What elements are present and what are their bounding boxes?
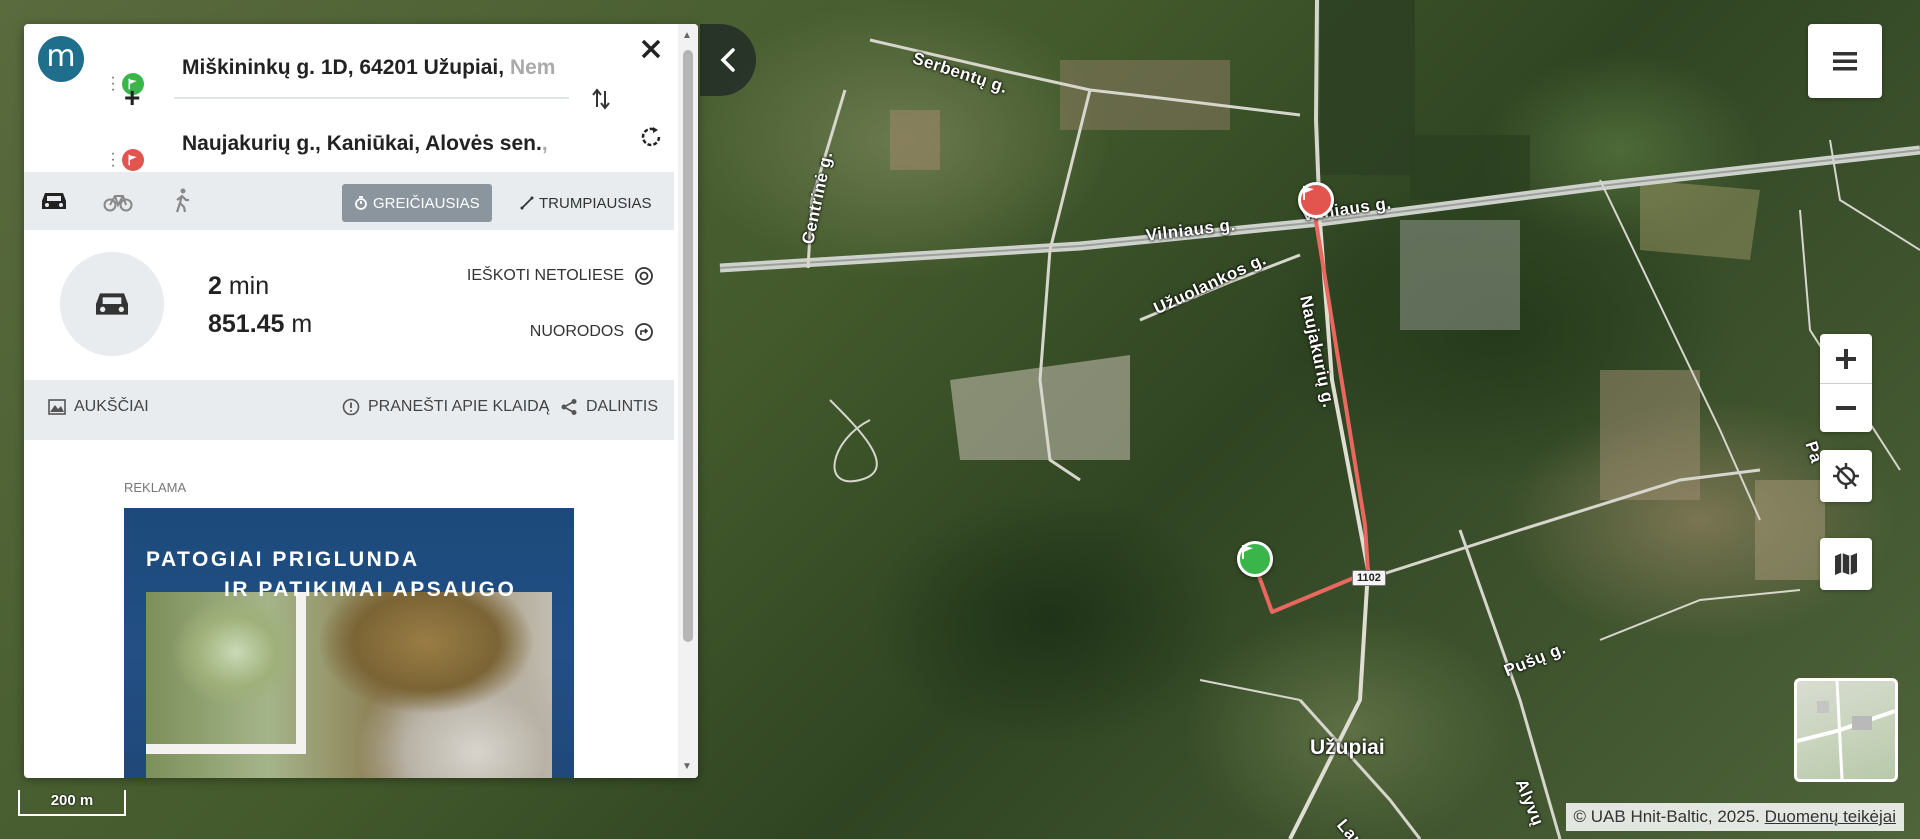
search-nearby-button[interactable]: IEŠKOTI NETOLIESE (467, 266, 654, 286)
car-icon (42, 193, 66, 209)
ad-photo-frame (296, 592, 306, 752)
elevation-icon (48, 399, 66, 415)
scroll-down-icon[interactable]: ▼ (682, 761, 692, 772)
route-panel: m · · · Miškininkų g. 1D, 64201 Užupiai, N… (24, 24, 698, 778)
directions-button[interactable]: NUORODOS (530, 322, 654, 342)
ad-headline-1: PATOGIAI PRIGLUNDA (146, 548, 420, 571)
hamburger-icon (1833, 52, 1857, 71)
gps-off-icon (1833, 463, 1859, 489)
drag-handle-icon[interactable]: · · · (108, 70, 118, 98)
round-trip-button[interactable] (636, 122, 666, 152)
ad-label: REKLAMA (124, 480, 187, 495)
alert-circle-icon (342, 398, 360, 416)
route-inputs: m · · · Miškininkų g. 1D, 64201 Užupiai, N… (24, 24, 678, 174)
drag-handle-icon[interactable]: · · · (108, 146, 118, 174)
summary-car-badge (60, 252, 164, 356)
inputs-divider (174, 97, 569, 99)
app-logo[interactable]: m (38, 36, 84, 82)
at-circle-icon (635, 267, 653, 285)
flag-icon (1242, 545, 1253, 559)
mode-car-button[interactable] (36, 184, 72, 218)
route-fastest-button[interactable]: GREIČIAUSIAS (342, 184, 492, 222)
route-summary: 2 min 851.45 m IEŠKOTI NETOLIESE NUORODO… (24, 230, 678, 380)
bicycle-icon (103, 195, 133, 212)
plus-icon (1836, 348, 1856, 369)
close-route-button[interactable] (636, 34, 666, 64)
share-icon (561, 399, 577, 415)
flag-icon (1303, 186, 1314, 200)
ad-photo-frame (146, 744, 306, 754)
ad-headline-2: IR PATIKIMAI APSAUGO (224, 578, 517, 601)
attribution-text: © UAB Hnit-Baltic, 2025. (1573, 807, 1760, 826)
chevron-left-icon (720, 48, 735, 72)
route-shortest-button[interactable]: TRUMPIAUSIAS (508, 184, 664, 222)
walk-icon (175, 188, 189, 213)
end-marker[interactable] (1298, 182, 1334, 218)
start-marker[interactable] (1237, 541, 1273, 577)
road-shield: 1102 (1352, 570, 1386, 586)
data-providers-link[interactable]: Duomenų teikėjai (1765, 807, 1896, 826)
travel-time: 2 min (208, 272, 270, 300)
end-pin-icon (122, 149, 144, 171)
directions-icon (635, 323, 653, 341)
zoom-in-button[interactable] (1820, 334, 1872, 383)
place-label-uzupiai: Užupiai (1310, 736, 1385, 759)
destination-input[interactable]: Naujakurių g., Kaniūkai, Alovės sen., (182, 124, 587, 164)
mode-bicycle-button[interactable] (100, 184, 136, 218)
map-icon (1835, 553, 1857, 575)
transport-mode-bar: GREIČIAUSIAS TRUMPIAUSIAS (24, 172, 674, 230)
share-button[interactable]: DALINTIS (560, 398, 658, 416)
stopwatch-icon (355, 196, 367, 210)
ad-banner[interactable]: PATOGIAI PRIGLUNDA IR PATIKIMAI APSAUGO (124, 508, 574, 778)
car-icon (96, 293, 128, 315)
map-layers-button[interactable] (1820, 538, 1872, 590)
swap-icon (592, 88, 610, 110)
zoom-controls (1820, 334, 1872, 432)
panel-scrollbar[interactable]: ▲ ▼ (678, 24, 698, 778)
origin-input[interactable]: Miškininkų g. 1D, 64201 Užupiai, Nem (182, 48, 587, 88)
add-stop-button[interactable]: + (124, 82, 140, 114)
travel-distance: 851.45 m (208, 310, 313, 338)
locate-me-button[interactable] (1820, 450, 1872, 502)
ad-swoosh-graphic (454, 508, 574, 558)
round-trip-icon (641, 127, 661, 147)
menu-button[interactable] (1808, 24, 1882, 98)
ad-photo (146, 592, 552, 778)
route-actions-bar: AUKŠČIAI PRANEŠTI APIE KLAIDĄ DALINTIS (24, 380, 674, 440)
swap-stops-button[interactable] (586, 84, 616, 114)
minus-icon (1836, 406, 1856, 410)
report-error-button[interactable]: PRANEŠTI APIE KLAIDĄ (342, 398, 549, 416)
map-scale: 200 m (18, 790, 126, 816)
scroll-up-icon[interactable]: ▲ (682, 30, 692, 41)
minimap-layer-switcher[interactable] (1794, 678, 1898, 782)
mode-walk-button[interactable] (164, 184, 200, 218)
map-attribution: © UAB Hnit-Baltic, 2025. Duomenų teikėja… (1565, 803, 1904, 831)
ruler-icon (520, 196, 534, 210)
zoom-out-button[interactable] (1820, 383, 1872, 432)
scrollbar-thumb[interactable] (683, 50, 693, 642)
elevation-button[interactable]: AUKŠČIAI (48, 398, 149, 416)
minimap-preview (1797, 681, 1895, 779)
close-icon (641, 39, 661, 59)
